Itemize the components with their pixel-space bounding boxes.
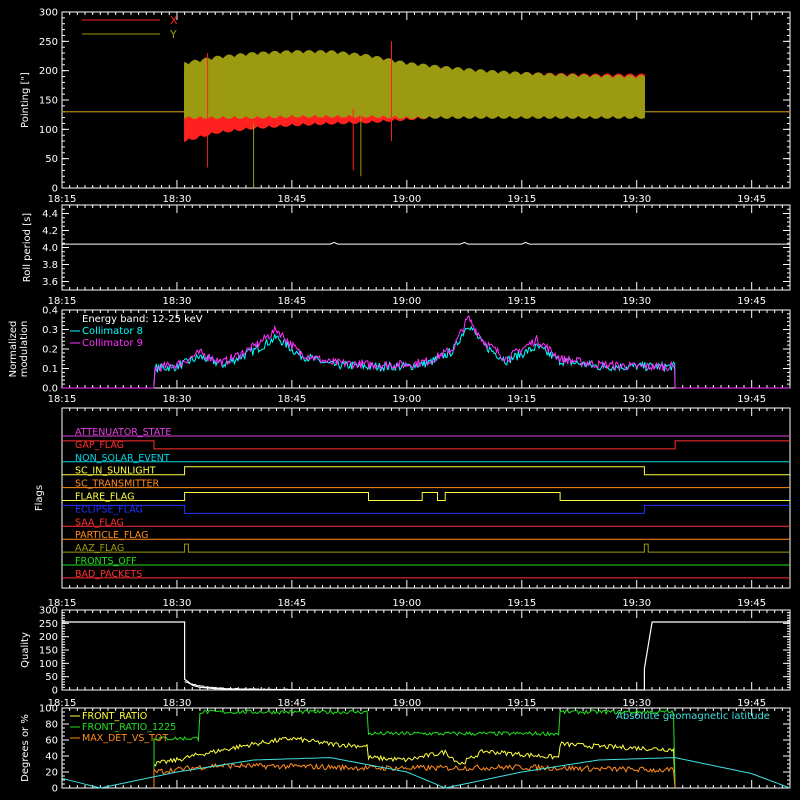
y-tick-label: 3.6: [42, 277, 58, 288]
time-tick-label: 19:00: [392, 296, 421, 307]
time-tick-label: 19:30: [622, 598, 651, 609]
time-tick-label: 18:15: [48, 394, 77, 405]
y-tick-label: 100: [39, 125, 58, 136]
y-tick-label: 0.1: [42, 364, 58, 375]
rhessi-summary-figure: 050100150200250300Pointing ["]18:15 18:30…: [0, 0, 800, 800]
y-axis-label: Normalized: [8, 321, 19, 378]
y-tick-label: 0.0: [42, 384, 58, 395]
time-tick-label: 19:30: [622, 698, 651, 709]
time-tick-label: 19:45: [737, 194, 766, 205]
geomagnetic-latitude-annotation: Absolute geomagnetic latitude: [616, 711, 770, 722]
time-tick-label: 19:00: [392, 598, 421, 609]
time-tick-label: 19:00: [392, 194, 421, 205]
y-tick-label: 4.2: [42, 226, 58, 237]
y-axis-label: Roll period [s]: [22, 213, 33, 282]
flag-label: NON_SOLAR_EVENT: [75, 453, 170, 464]
y-tick-label: 150: [39, 646, 58, 657]
y-tick-label: 20: [45, 768, 58, 779]
flag-label: AAZ_FLAG: [75, 543, 124, 554]
time-tick-label: 18:30: [163, 296, 192, 307]
legend-label: FRONT_RATIO: [82, 711, 147, 722]
y-tick-label: 80: [45, 720, 58, 731]
y-tick-label: 250: [39, 619, 58, 630]
time-tick-label: 19:15: [507, 296, 536, 307]
y-tick-label: 50: [45, 672, 58, 683]
y-tick-label: 0: [52, 686, 58, 697]
y-tick-label: 4.4: [42, 209, 58, 220]
y-tick-label: 300: [39, 606, 58, 617]
legend-label: Collimator 9: [82, 338, 143, 349]
time-tick-label: 18:30: [163, 598, 192, 609]
time-tick-label: 19:45: [737, 296, 766, 307]
time-tick-label: 18:45: [277, 598, 306, 609]
legend-label-y: Y: [169, 28, 177, 41]
y-tick-label: 60: [45, 736, 58, 747]
time-tick-label: 19:45: [737, 394, 766, 405]
y-tick-label: 0: [52, 784, 58, 795]
y-tick-label: 40: [45, 752, 58, 763]
y-tick-label: 100: [39, 659, 58, 670]
time-tick-label: 19:00: [392, 394, 421, 405]
y-tick-label: 0.4: [42, 306, 58, 317]
time-tick-label: 18:30: [163, 394, 192, 405]
y-axis-label: modulation: [19, 321, 30, 378]
legend-label: MAX_DET_VS_TOT: [82, 733, 168, 744]
legend-label-x: X: [170, 14, 178, 27]
time-tick-label: 19:15: [507, 698, 536, 709]
y-tick-label: 4.0: [42, 243, 58, 254]
flag-label: SAA_FLAG: [75, 517, 124, 528]
flag-label: ATTENUATOR_STATE: [75, 427, 171, 438]
time-tick-label: 19:15: [507, 394, 536, 405]
y-axis-label: Quality: [20, 632, 31, 668]
y-tick-label: 0.3: [42, 325, 58, 336]
y-tick-label: 200: [39, 66, 58, 77]
time-tick-label: 19:00: [392, 698, 421, 709]
flag-label: SC_IN_SUNLIGHT: [75, 466, 156, 477]
time-tick-label: 19:45: [737, 698, 766, 709]
y-axis-label: Pointing ["]: [20, 72, 31, 128]
time-tick-label: 18:45: [277, 194, 306, 205]
flag-label: PARTICLE_FLAG: [75, 530, 148, 541]
time-tick-label: 19:15: [507, 598, 536, 609]
time-tick-label: 19:30: [622, 194, 651, 205]
time-tick-label: 19:45: [737, 598, 766, 609]
y-tick-label: 250: [39, 37, 58, 48]
time-tick-label: 18:30: [163, 698, 192, 709]
time-tick-label: 19:15: [507, 194, 536, 205]
y-tick-label: 100: [39, 704, 58, 715]
y-axis-label: Flags: [34, 485, 45, 511]
flag-label: GAP_FLAG: [75, 440, 124, 451]
flag-label: FLARE_FLAG: [75, 492, 135, 503]
time-tick-label: 18:45: [277, 394, 306, 405]
flag-label: ECLIPSE_FLAG: [75, 504, 143, 515]
legend-label: FRONT_RATIO_1225: [82, 722, 176, 733]
time-tick-label: 18:45: [277, 698, 306, 709]
flag-label: SC_TRANSMITTER: [75, 479, 160, 490]
flag-label: FRONTS_OFF: [75, 556, 137, 567]
time-tick-label: 19:30: [622, 296, 651, 307]
y-axis-label: Degrees or %: [20, 714, 31, 782]
y-tick-label: 0: [52, 184, 58, 195]
energy-band-annotation: Energy band: 12-25 keV: [82, 314, 203, 325]
y-tick-label: 150: [39, 96, 58, 107]
flag-label: BAD_PACKETS: [75, 569, 142, 580]
y-tick-label: 300: [39, 8, 58, 19]
time-tick-label: 18:30: [163, 194, 192, 205]
y-tick-label: 50: [45, 154, 58, 165]
y-tick-label: 200: [39, 632, 58, 643]
time-tick-label: 18:15: [48, 194, 77, 205]
time-tick-label: 19:30: [622, 394, 651, 405]
legend-label: Collimator 8: [82, 326, 143, 337]
y-tick-label: 3.8: [42, 260, 58, 271]
y-tick-label: 0.2: [42, 345, 58, 356]
time-tick-label: 18:45: [277, 296, 306, 307]
